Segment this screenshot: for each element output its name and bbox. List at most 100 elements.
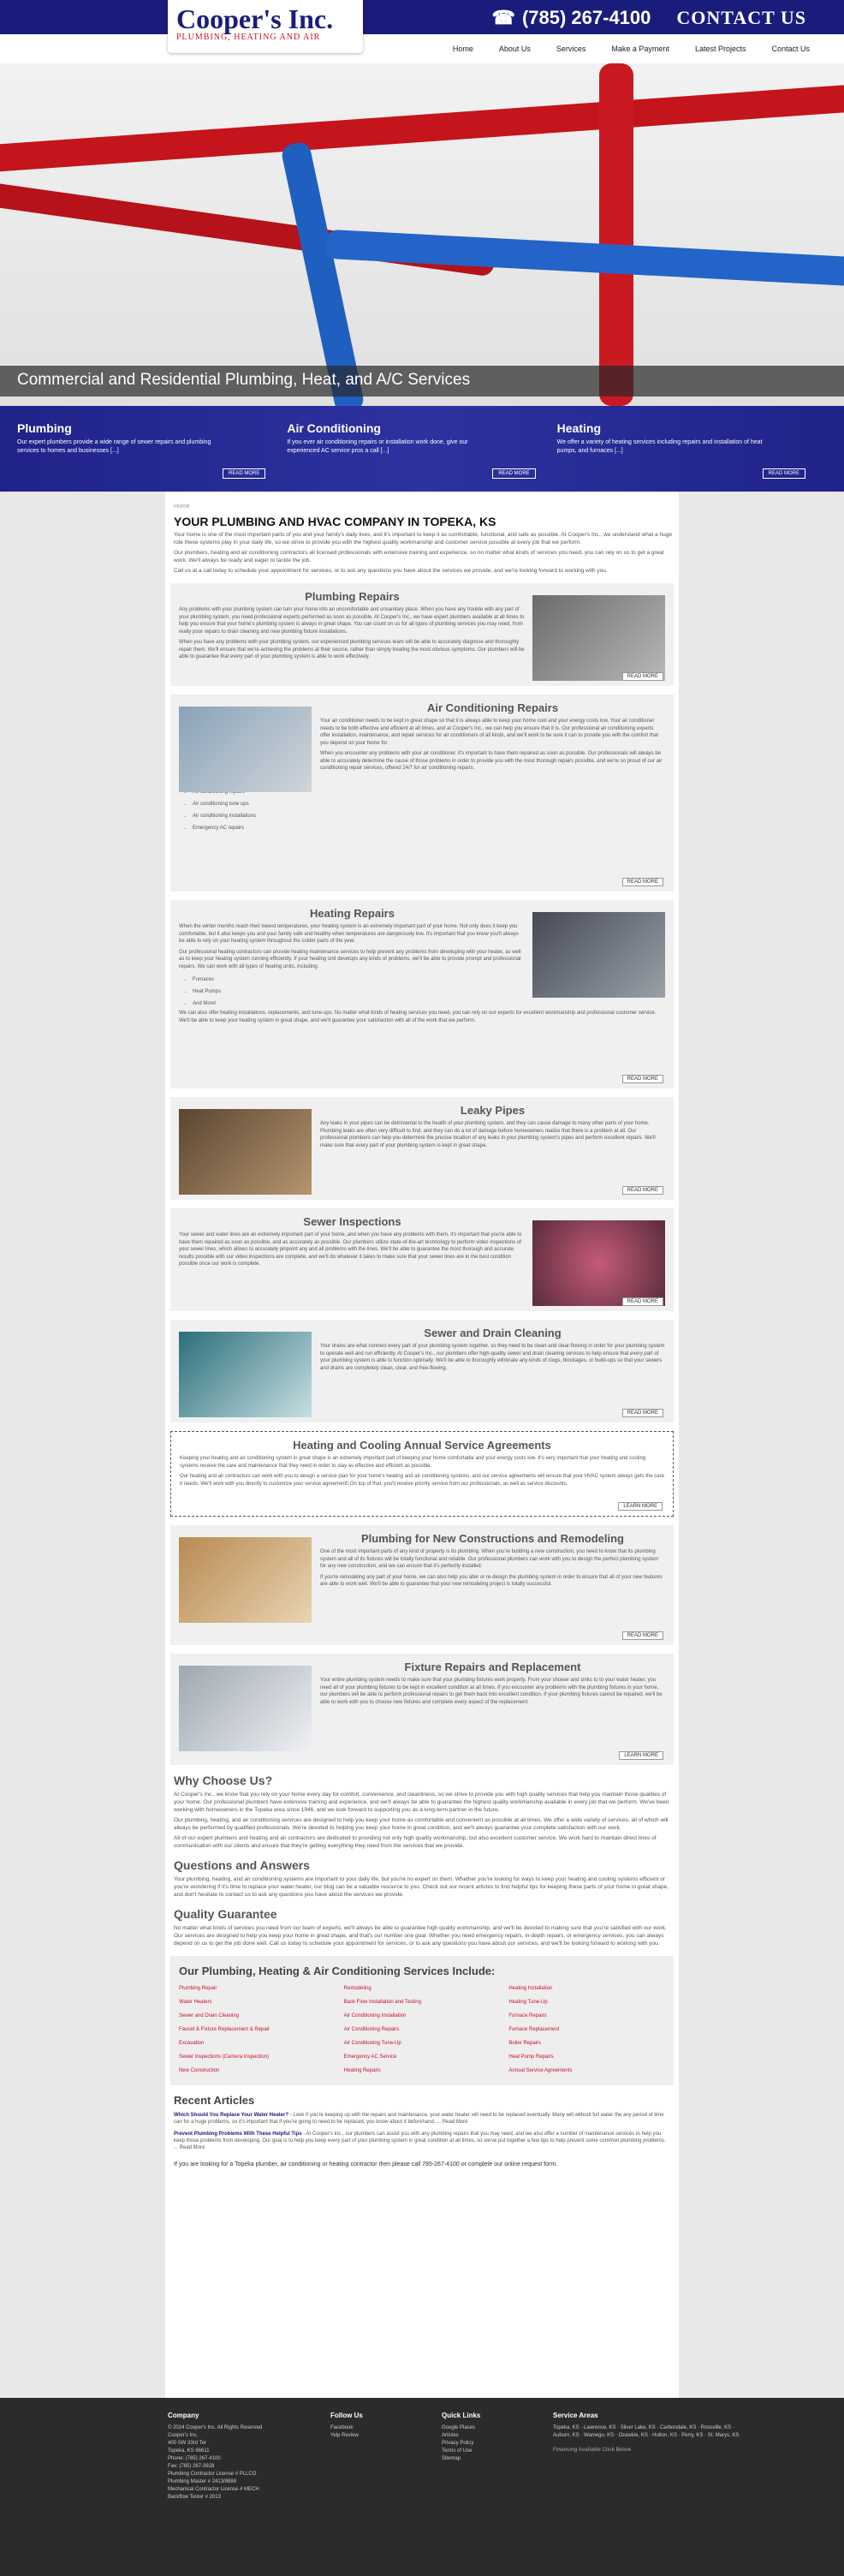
card-title: Air Conditioning Repairs [426, 701, 559, 714]
article-item: Which Should You Replace Your Water Heat… [174, 2112, 670, 2126]
quick-link[interactable]: Google Places [442, 2424, 519, 2432]
service-link[interactable]: Excavation [179, 2037, 336, 2049]
service-link[interactable]: Heating Tune-Up [508, 1996, 665, 2008]
learn-more-button[interactable]: LEARN MORE [619, 1751, 663, 1760]
service-plumbing: Plumbing Our expert plumbers provide a w… [17, 421, 287, 492]
card-leaky-pipes: Leaky Pipes Any leaks in your pipes can … [170, 1097, 674, 1200]
nav-services[interactable]: Services [556, 45, 586, 53]
service-link[interactable]: Emergency AC Service [344, 2051, 501, 2063]
service-link[interactable]: Annual Service Agreements [508, 2065, 665, 2077]
card-text: Our heating and air contractors can work… [180, 1474, 664, 1487]
logo[interactable]: Cooper's Inc. PLUMBING, HEATING AND AIR [168, 0, 363, 53]
quick-link[interactable]: Sitemap [442, 2455, 519, 2463]
heating-list: Furnaces Heat Pumps And More! [179, 974, 526, 1010]
quick-link[interactable]: Privacy Policy [442, 2440, 519, 2448]
service-link[interactable]: Heating Repairs [344, 2065, 501, 2077]
service-link[interactable]: Faucet & Fixture Replacement & Repair [179, 2024, 336, 2036]
card-title: Sewer and Drain Cleaning [424, 1327, 562, 1339]
article-link[interactable]: Which Should You Replace Your Water Heat… [174, 2113, 288, 2118]
section-text: Your plumbing, heating, and air conditio… [174, 1876, 669, 1898]
quick-link[interactable]: Terms of Use [442, 2448, 519, 2455]
footer-heading: Company [168, 2412, 199, 2419]
red-pipe [599, 63, 633, 406]
quick-link[interactable]: Articles [442, 2432, 519, 2440]
read-more-button[interactable]: READ MORE [621, 1186, 663, 1195]
footer-service-areas: Service Areas Topeka, KS · Lawrence, KS … [553, 2412, 741, 2576]
card-heating-repairs: Heating Repairs When the winter months r… [170, 900, 674, 1088]
read-more-button[interactable]: READ MORE [621, 1409, 663, 1417]
read-more-button[interactable]: READ MORE [621, 1631, 663, 1640]
card-title: Heating Repairs [310, 907, 395, 920]
service-link[interactable]: Sewer Inspections (Camera Inspection) [179, 2051, 336, 2063]
pipes-image [179, 1109, 312, 1195]
intro-paragraph: Call us at a call today to schedule your… [174, 568, 608, 574]
hero-banner: Commercial and Residential Plumbing, Hea… [0, 63, 844, 406]
financing-link[interactable]: Financing Available Click Below [553, 2447, 741, 2454]
service-link[interactable]: Remodeling [344, 1983, 501, 1995]
intro-paragraph: Your home is one of the most important p… [174, 532, 672, 546]
plumber-image [532, 595, 665, 681]
company-line: Phone: (785) 267-4100 [168, 2456, 221, 2461]
card-drain-cleaning: Sewer and Drain Cleaning Your drains are… [170, 1320, 674, 1422]
service-areas-text: Topeka, KS · Lawrence, KS · Silver Lake,… [553, 2425, 740, 2438]
read-more-button[interactable]: READ MORE [762, 468, 805, 479]
company-line: 400 SW 33rd Ter [168, 2441, 206, 2446]
service-link[interactable]: Water Heaters [179, 1996, 336, 2008]
phone-link[interactable]: ☎ (785) 267-4100 [492, 7, 651, 29]
nav-projects[interactable]: Latest Projects [695, 45, 746, 53]
service-link[interactable]: Air Conditioning Repairs [344, 2024, 501, 2036]
card-text: Your sewer and water lines are an extrem… [179, 1232, 522, 1267]
read-more-button[interactable]: READ MORE [492, 468, 536, 479]
read-more-button[interactable]: READ MORE [621, 878, 663, 886]
read-more-button[interactable]: READ MORE [223, 468, 266, 479]
learn-more-button[interactable]: LEARN MORE [618, 1502, 663, 1511]
service-link[interactable]: Furnace Repairs [508, 2010, 665, 2022]
service-link[interactable]: Plumbing Repair [179, 1983, 336, 1995]
nav-home[interactable]: Home [453, 45, 473, 53]
article-link[interactable]: Prevent Plumbing Problems With These Hel… [174, 2132, 302, 2137]
card-text: Any problems with your plumbing system c… [179, 607, 525, 635]
service-link[interactable]: Sewer and Drain Cleaning [179, 2010, 336, 2022]
read-more-button[interactable]: READ MORE [621, 1075, 663, 1083]
service-ac: Air Conditioning If you ever air conditi… [287, 421, 556, 492]
breadcrumb[interactable]: Home [170, 504, 674, 510]
card-text: Your drains are what connect every part … [320, 1344, 665, 1371]
hero-caption: Commercial and Residential Plumbing, Hea… [0, 366, 844, 397]
main-content: Home YOUR PLUMBING AND HVAC COMPANY IN T… [165, 492, 679, 2461]
contact-us-button[interactable]: CONTACT US [676, 7, 806, 29]
list-item: Heat Pumps [193, 986, 526, 998]
nav-payment[interactable]: Make a Payment [611, 45, 669, 53]
service-link[interactable]: New Construction [179, 2065, 336, 2077]
services-list: Our Plumbing, Heating & Air Conditioning… [170, 1956, 674, 2085]
service-link[interactable]: Boiler Repairs [508, 2037, 665, 2049]
nav-contact[interactable]: Contact Us [771, 45, 810, 53]
furnace-image [532, 912, 665, 998]
intro-paragraph: Our plumbers, heating and air conditioni… [174, 550, 664, 564]
ac-unit-image [179, 707, 312, 792]
service-link[interactable]: Furnace Replacement [508, 2024, 665, 2036]
card-ac-repairs: Air Conditioning Repairs Your air condit… [170, 695, 674, 891]
drain-image [179, 1332, 312, 1417]
service-link[interactable]: Heat Pump Repairs [508, 2051, 665, 2063]
facebook-link[interactable]: Facebook [330, 2424, 407, 2432]
company-line: Plumbing Master # 2413/8888 [168, 2479, 237, 2484]
footer: Company © 2024 Cooper's Inc. All Rights … [0, 2398, 844, 2576]
service-link[interactable]: Air Conditioning Installation [344, 2010, 501, 2022]
company-line: © 2024 Cooper's Inc. All Rights Reserved [168, 2425, 263, 2430]
brand-name: Cooper's Inc. [176, 3, 334, 34]
yelp-link[interactable]: Yelp Review [330, 2432, 407, 2440]
section-title: Quality Guarantee [174, 1907, 277, 1921]
ac-services-list: Air conditioning repairs Air conditionin… [179, 786, 665, 834]
card-title: Plumbing for New Constructions and Remod… [361, 1532, 624, 1545]
read-more-button[interactable]: READ MORE [621, 1297, 663, 1306]
read-more-button[interactable]: READ MORE [621, 672, 663, 681]
card-text: When the winter months reach their lowes… [179, 924, 519, 944]
card-text: Keeping your heating and air conditionin… [180, 1456, 646, 1469]
service-title: Air Conditioning [287, 421, 381, 435]
card-title: Leaky Pipes [460, 1104, 526, 1117]
nav-about[interactable]: About Us [499, 45, 531, 53]
service-link[interactable]: Air Conditioning Tune-Up [344, 2037, 501, 2049]
service-link[interactable]: Back Flow Installation and Testing [344, 1996, 501, 2008]
service-link[interactable]: Heating Installation [508, 1983, 665, 1995]
card-text: Your entire plumbing system needs to mak… [320, 1678, 663, 1705]
